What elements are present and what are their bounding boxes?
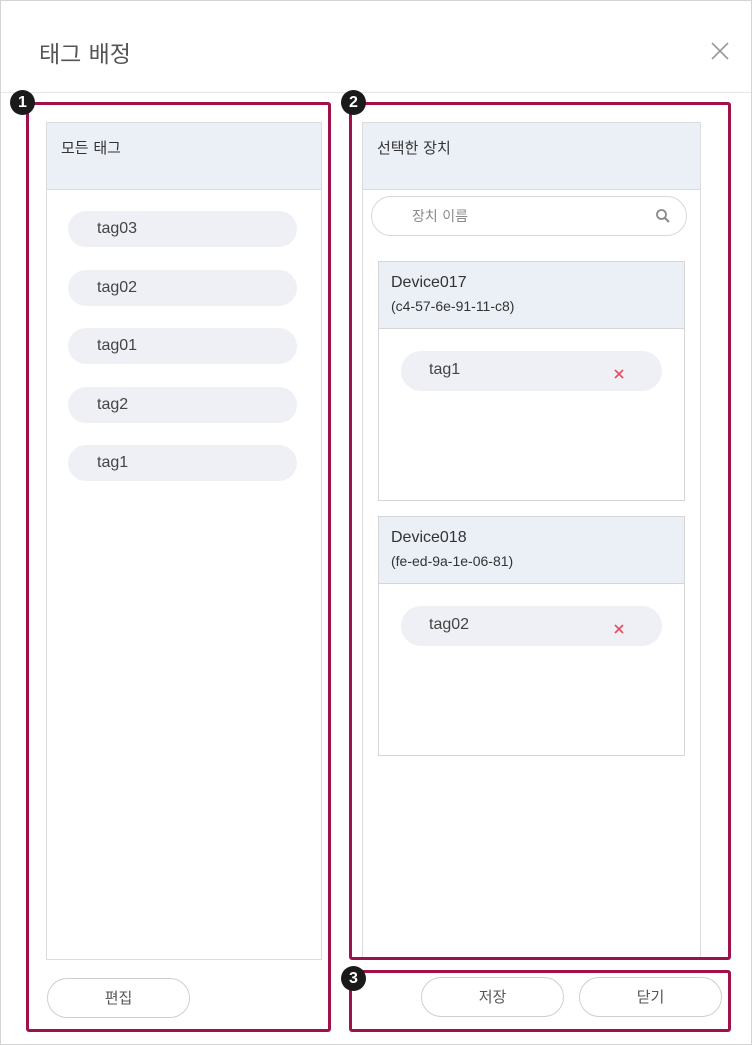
header-divider	[1, 92, 751, 93]
close-icon[interactable]	[709, 40, 731, 62]
annotation-frame-3	[349, 970, 731, 1032]
annotation-badge-1: 1	[10, 90, 35, 115]
annotation-badge-3: 3	[341, 966, 366, 991]
dialog-title: 태그 배정	[39, 42, 131, 68]
annotation-frame-2	[349, 102, 731, 960]
annotation-badge-2: 2	[341, 90, 366, 115]
annotation-frame-1	[26, 102, 331, 1032]
tag-assignment-dialog: 태그 배정 모든 태그 tag03 tag02 tag01 tag2 tag1 …	[0, 0, 752, 1045]
